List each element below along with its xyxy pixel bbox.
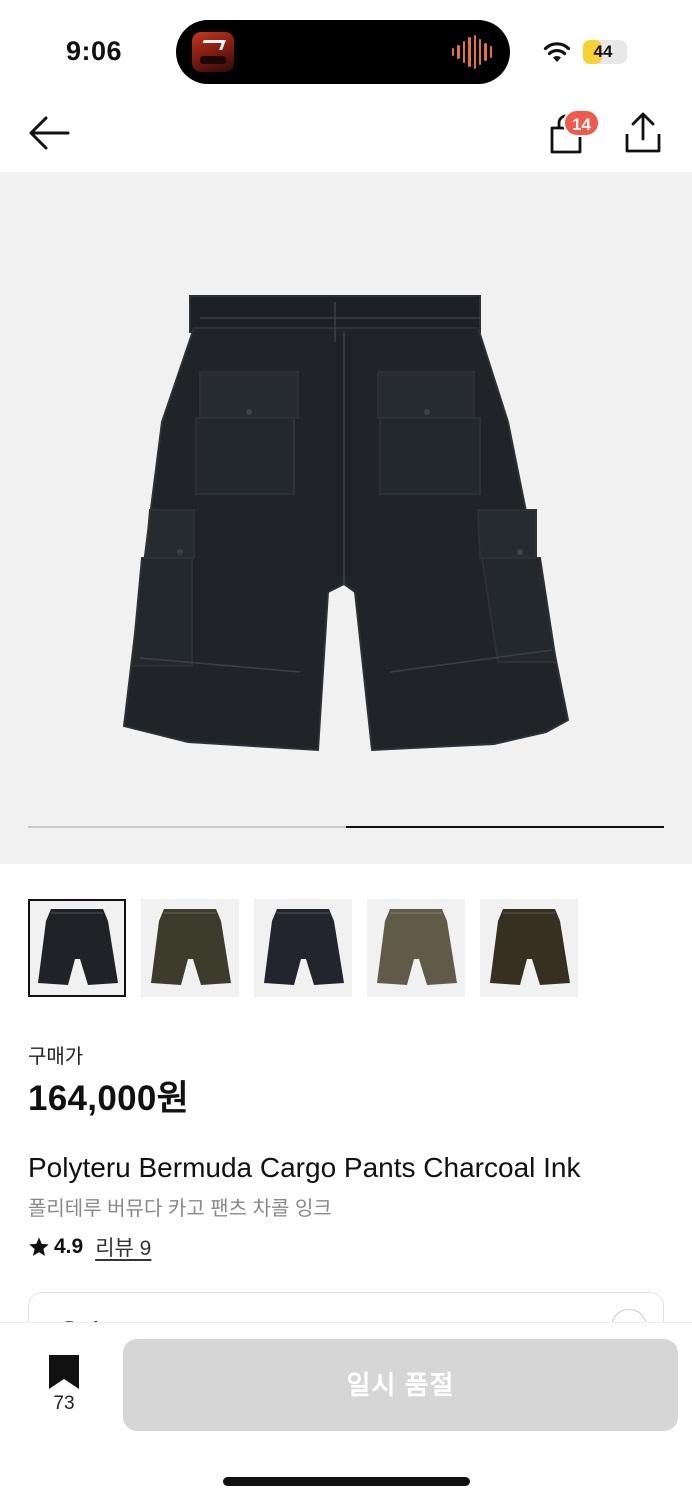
wifi-icon [543, 42, 571, 62]
bookmark-icon [49, 1355, 79, 1389]
status-time: 9:06 [66, 36, 123, 66]
bookmark-count: 73 [53, 1393, 75, 1414]
rating-row: 4.9 리뷰 9 [28, 1232, 151, 1262]
bottom-action-bar: 73 일시 품절 [0, 1322, 692, 1500]
dynamic-island [176, 20, 510, 84]
product-name-ko: 폴리테루 버뮤다 카고 팬츠 차콜 잉크 [28, 1198, 332, 1220]
top-nav: 14 [0, 100, 692, 172]
price-label: 구매가 [28, 1046, 84, 1068]
thumbnail-strip [28, 899, 578, 997]
soldout-button[interactable]: 일시 품절 [123, 1339, 678, 1431]
cart-count-badge: 14 [563, 109, 600, 137]
thumbnail-3[interactable] [254, 899, 352, 997]
thumbnail-4[interactable] [367, 899, 465, 997]
thumbnail-5[interactable] [480, 899, 578, 997]
product-photo [122, 295, 570, 752]
audio-waveform-icon [452, 34, 492, 70]
share-icon[interactable] [624, 112, 662, 154]
live-activity-app-icon [192, 32, 234, 72]
price: 164,000원 [28, 1079, 190, 1118]
thumbnail-2[interactable] [141, 899, 239, 997]
product-name-en: Polyteru Bermuda Cargo Pants Charcoal In… [28, 1152, 581, 1183]
battery-level: 44 [593, 42, 613, 61]
arrow-left-icon[interactable] [28, 114, 70, 152]
status-bar: 9:06 44 [0, 0, 692, 100]
product-image-carousel[interactable] [0, 172, 692, 864]
home-indicator [223, 1477, 470, 1486]
rating-value: 4.9 [54, 1235, 84, 1258]
thumbnail-1[interactable] [28, 899, 126, 997]
battery-indicator: 44 [583, 40, 627, 64]
review-link[interactable]: 리뷰 9 [95, 1232, 151, 1262]
carousel-progress-indicator [346, 826, 664, 828]
bookmark-button[interactable]: 73 [44, 1353, 84, 1414]
star-icon [29, 1237, 49, 1256]
